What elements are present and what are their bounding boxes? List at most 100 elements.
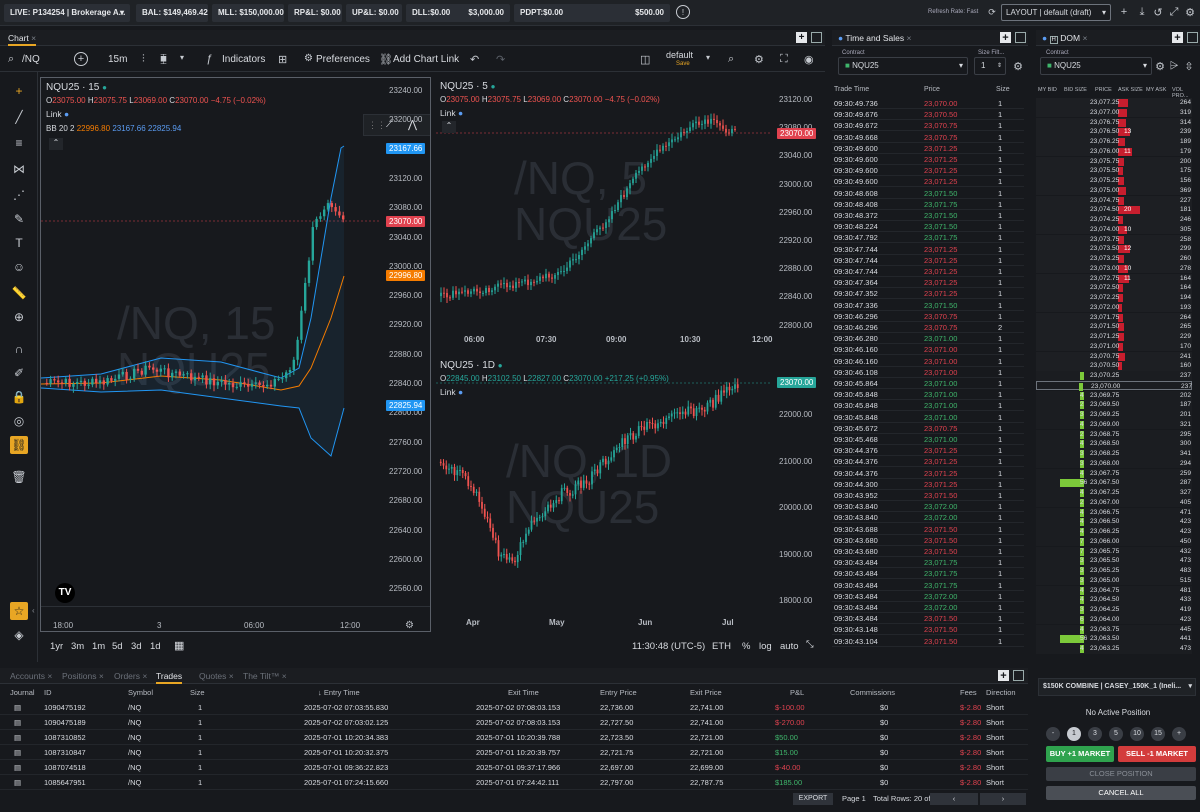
- dom-row[interactable]: 3 23,064.25 419: [1036, 605, 1192, 615]
- tab-trades[interactable]: Trades: [156, 668, 183, 684]
- dom-row[interactable]: 23,074.75 227: [1036, 195, 1192, 206]
- range-3m[interactable]: 3m: [71, 641, 84, 652]
- star-icon[interactable]: ☆: [10, 602, 28, 620]
- close-position-button[interactable]: CLOSE POSITION: [1046, 767, 1196, 781]
- dom-row[interactable]: 23,073.00 10 278: [1036, 263, 1192, 274]
- eye-icon[interactable]: ◎: [10, 412, 28, 430]
- chart-settings-icon[interactable]: ⚙: [405, 620, 414, 631]
- info-icon[interactable]: !: [676, 5, 690, 19]
- contract-selector[interactable]: ■ NQU25 ▾: [838, 57, 968, 75]
- quick-search-icon[interactable]: ⌕: [728, 53, 734, 66]
- trash-icon[interactable]: 🗑: [10, 468, 28, 486]
- journal-icon[interactable]: ▤: [14, 700, 21, 715]
- undo-icon[interactable]: ↶: [470, 53, 479, 66]
- dom-row[interactable]: 23,070.25 237: [1036, 371, 1192, 381]
- column-header[interactable]: Journal: [10, 688, 35, 697]
- layers-icon[interactable]: ◈: [10, 626, 28, 644]
- qty-option-5[interactable]: 5: [1109, 727, 1123, 741]
- dom-row[interactable]: 4 23,064.50 433: [1036, 595, 1192, 605]
- emoji-icon[interactable]: ☺: [10, 258, 28, 276]
- dom-row[interactable]: 4 23,066.25 423: [1036, 527, 1192, 537]
- dom-row[interactable]: 23,072.25 194: [1036, 293, 1192, 303]
- log-toggle[interactable]: log: [759, 641, 772, 652]
- dom-row[interactable]: 23,077.25 264: [1036, 98, 1192, 108]
- range-1yr[interactable]: 1yr: [50, 641, 63, 652]
- column-header[interactable]: ID: [44, 688, 52, 697]
- tab-quotes[interactable]: Quotes ×: [199, 668, 234, 684]
- chart-5m-plot[interactable]: [436, 77, 772, 329]
- close-icon[interactable]: ×: [31, 33, 36, 43]
- tab-chart[interactable]: Chart ×: [8, 30, 37, 46]
- dom-row[interactable]: 23,072.00 193: [1036, 302, 1192, 313]
- range-5d[interactable]: 5d: [112, 641, 123, 652]
- dom-row[interactable]: 4 23,066.50 423: [1036, 517, 1192, 527]
- account-selector[interactable]: LIVE: P134254 | Brokerage A... ▾: [4, 4, 130, 22]
- journal-icon[interactable]: ▤: [14, 775, 21, 790]
- column-header[interactable]: Direction: [986, 688, 1016, 697]
- redo-icon[interactable]: ↷: [496, 53, 505, 66]
- sell-market-button[interactable]: SELL -1 MARKET: [1118, 746, 1196, 762]
- table-row[interactable]: ▤ 1087074518/NQ 1 2025-07-01 09:36:22.823 20…: [0, 760, 1028, 775]
- dom-row[interactable]: 56 23,063.50 441: [1036, 634, 1192, 644]
- dom-row[interactable]: 23,071.50 265: [1036, 322, 1192, 332]
- dom-row[interactable]: 23,075.00 369: [1036, 185, 1192, 196]
- projection-icon[interactable]: ⋰: [10, 186, 28, 204]
- indicators-button[interactable]: Indicators: [222, 54, 265, 65]
- dom-row[interactable]: 4 23,066.75 471: [1036, 507, 1192, 518]
- dom-row[interactable]: 7 23,065.75 432: [1036, 546, 1192, 557]
- qty-option-3[interactable]: 3: [1088, 727, 1102, 741]
- filter-icon[interactable]: ⩥: [1168, 59, 1180, 73]
- size-filter-input[interactable]: 1 ⇕: [974, 57, 1006, 75]
- dom-row[interactable]: 4 23,069.00 321: [1036, 419, 1192, 430]
- dom-row[interactable]: 23,072.75 11 164: [1036, 273, 1192, 284]
- dom-ladder[interactable]: 23,077.25 264 23,077.00 319 23,076.75 314 23,0…: [1036, 98, 1200, 660]
- compare-add-icon[interactable]: +: [74, 52, 88, 66]
- download-icon[interactable]: ⤓: [1136, 6, 1148, 18]
- dom-row[interactable]: 4 23,068.50 300: [1036, 439, 1192, 449]
- trend-line-icon[interactable]: ╱: [10, 108, 28, 126]
- collapse-legend-icon[interactable]: ⌃: [442, 121, 456, 133]
- dom-row[interactable]: 23,070.00 237: [1036, 380, 1192, 391]
- add-panel-icon[interactable]: +: [1172, 32, 1183, 44]
- chevron-down-icon[interactable]: ▾: [706, 53, 710, 62]
- journal-icon[interactable]: ▤: [14, 760, 21, 775]
- settings-icon[interactable]: ⚙: [1184, 6, 1196, 19]
- chart-1d[interactable]: /NQ, 1D NQU25 NQU25 · 1D ● O22845.00 H23…: [436, 356, 825, 632]
- dom-row[interactable]: 4 23,064.75 481: [1036, 585, 1192, 596]
- export-button[interactable]: EXPORT: [793, 793, 833, 805]
- dom-row[interactable]: 23,070.75 241: [1036, 351, 1192, 362]
- dom-row[interactable]: 23,073.50 12 299: [1036, 244, 1192, 254]
- dom-row[interactable]: 23,070.50 160: [1036, 361, 1192, 371]
- layout-selector[interactable]: LAYOUT | default (draft) ▾: [1001, 4, 1111, 21]
- dom-row[interactable]: 23,076.50 13 239: [1036, 127, 1192, 137]
- dom-row[interactable]: 2 23,067.00 405: [1036, 497, 1192, 508]
- range-1d[interactable]: 1d: [150, 641, 161, 652]
- table-row[interactable]: ▤ 1085647951/NQ 1 2025-07-01 07:24:15.660 20…: [0, 775, 1028, 790]
- dom-row[interactable]: 23,074.50 20 181: [1036, 205, 1192, 215]
- percent-toggle[interactable]: %: [742, 641, 750, 652]
- drag-handle-icon[interactable]: ⋮⋮: [368, 120, 386, 131]
- buy-market-button[interactable]: BUY +1 MARKET: [1046, 746, 1114, 762]
- link-toggle-icon[interactable]: ⛓: [10, 436, 28, 454]
- candles-icon[interactable]: ⧯: [160, 53, 167, 66]
- add-icon[interactable]: +: [1118, 6, 1130, 18]
- table-row[interactable]: ▤ 1090475192/NQ 1 2025-07-02 07:03:55.830 20…: [0, 700, 1028, 715]
- dom-row[interactable]: 4 23,067.75 259: [1036, 468, 1192, 479]
- fit-icon[interactable]: ⤡: [806, 639, 814, 650]
- dom-row[interactable]: 3 23,069.25 201: [1036, 410, 1192, 420]
- qty-option-10[interactable]: 10: [1130, 727, 1144, 741]
- add-panel-icon[interactable]: +: [796, 32, 807, 43]
- settings-icon[interactable]: ⚙: [754, 53, 764, 66]
- bar-type-icon[interactable]: ⫶: [142, 53, 145, 66]
- dom-row[interactable]: 23,074.25 246: [1036, 215, 1192, 225]
- chart-5m[interactable]: /NQ, 5 NQU25 NQU25 · 5 ● O23075.00 H2307…: [436, 77, 825, 349]
- dom-row[interactable]: 4 23,063.25 473: [1036, 644, 1192, 654]
- chart-15m-plot[interactable]: [41, 78, 381, 606]
- range-1m[interactable]: 1m: [92, 641, 105, 652]
- link-icon[interactable]: ⛓: [379, 53, 393, 66]
- session-toggle[interactable]: ETH: [712, 641, 731, 652]
- column-header[interactable]: Entry Price: [600, 688, 637, 697]
- dom-row[interactable]: 23,071.00 170: [1036, 341, 1192, 352]
- column-header[interactable]: Exit Time: [508, 688, 539, 697]
- auto-toggle[interactable]: auto: [780, 641, 799, 652]
